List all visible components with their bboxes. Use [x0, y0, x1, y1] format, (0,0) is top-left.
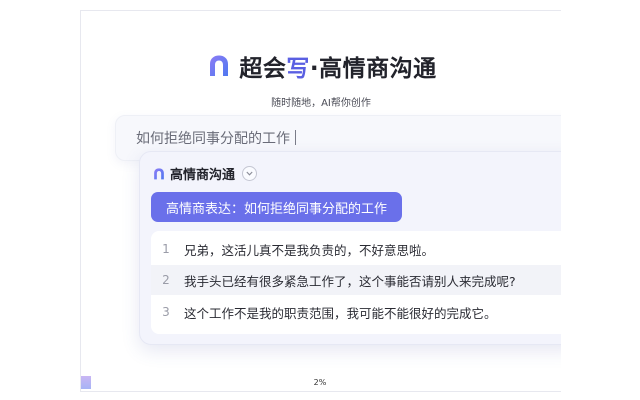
card-header[interactable]: 高情商沟通 [152, 164, 258, 183]
app-logo-icon [205, 52, 233, 80]
list-item[interactable]: 3 这个工作不是我的职责范围，我可能不能很好的完成它。 [151, 297, 561, 327]
card-title: 高情商沟通 [170, 168, 236, 183]
brand-title-prefix: 超会 [239, 56, 287, 82]
progress-label: 2% [313, 378, 327, 387]
list-item-text: 这个工作不是我的职责范围，我可能不能很好的完成它。 [184, 305, 497, 321]
app-window: 超会写·高情商沟通 随时随地，AI帮你创作 如何拒绝同事分配的工作 高情商沟通 … [80, 10, 561, 392]
page-canvas: 超会写·高情商沟通 随时随地，AI帮你创作 如何拒绝同事分配的工作 高情商沟通 … [0, 0, 640, 400]
suggestion-card: 高情商沟通 高情商表达：如何拒绝同事分配的工作 1 兄弟，这活儿真不是我负责的，… [139, 151, 561, 345]
card-logo-icon [152, 167, 166, 181]
list-item-number: 1 [162, 242, 170, 256]
brand-subtitle: 随时随地，AI帮你创作 [271, 98, 371, 109]
list-item-text: 兄弟，这活儿真不是我负责的，不好意思啦。 [184, 242, 435, 258]
brand-title-suffix: ·高情商沟通 [309, 56, 437, 82]
brand-title-accent: 写 [286, 56, 310, 82]
list-item[interactable]: 1 兄弟，这活儿真不是我负责的，不好意思啦。 [151, 234, 561, 264]
brand-title: 超会写·高情商沟通 [239, 49, 436, 83]
chevron-down-icon[interactable] [242, 166, 258, 181]
list-item-text: 我手头已经有很多紧急工作了，这个事能否请别人来完成呢? [184, 273, 516, 289]
prompt-input-text[interactable]: 如何拒绝同事分配的工作 [136, 128, 296, 148]
prompt-input-value[interactable]: 如何拒绝同事分配的工作 [136, 131, 290, 147]
list-item[interactable]: 2 我手头已经有很多紧急工作了，这个事能否请别人来完成呢? [151, 265, 561, 295]
prompt-tag-button[interactable]: 高情商表达：如何拒绝同事分配的工作 [151, 192, 403, 222]
text-caret [295, 130, 296, 145]
list-item-number: 2 [162, 273, 170, 287]
brand-header: 超会写·高情商沟通 [81, 49, 561, 83]
suggestion-list: 1 兄弟，这活儿真不是我负责的，不好意思啦。 2 我手头已经有很多紧急工作了，这… [151, 231, 561, 334]
list-item-number: 3 [162, 305, 170, 319]
